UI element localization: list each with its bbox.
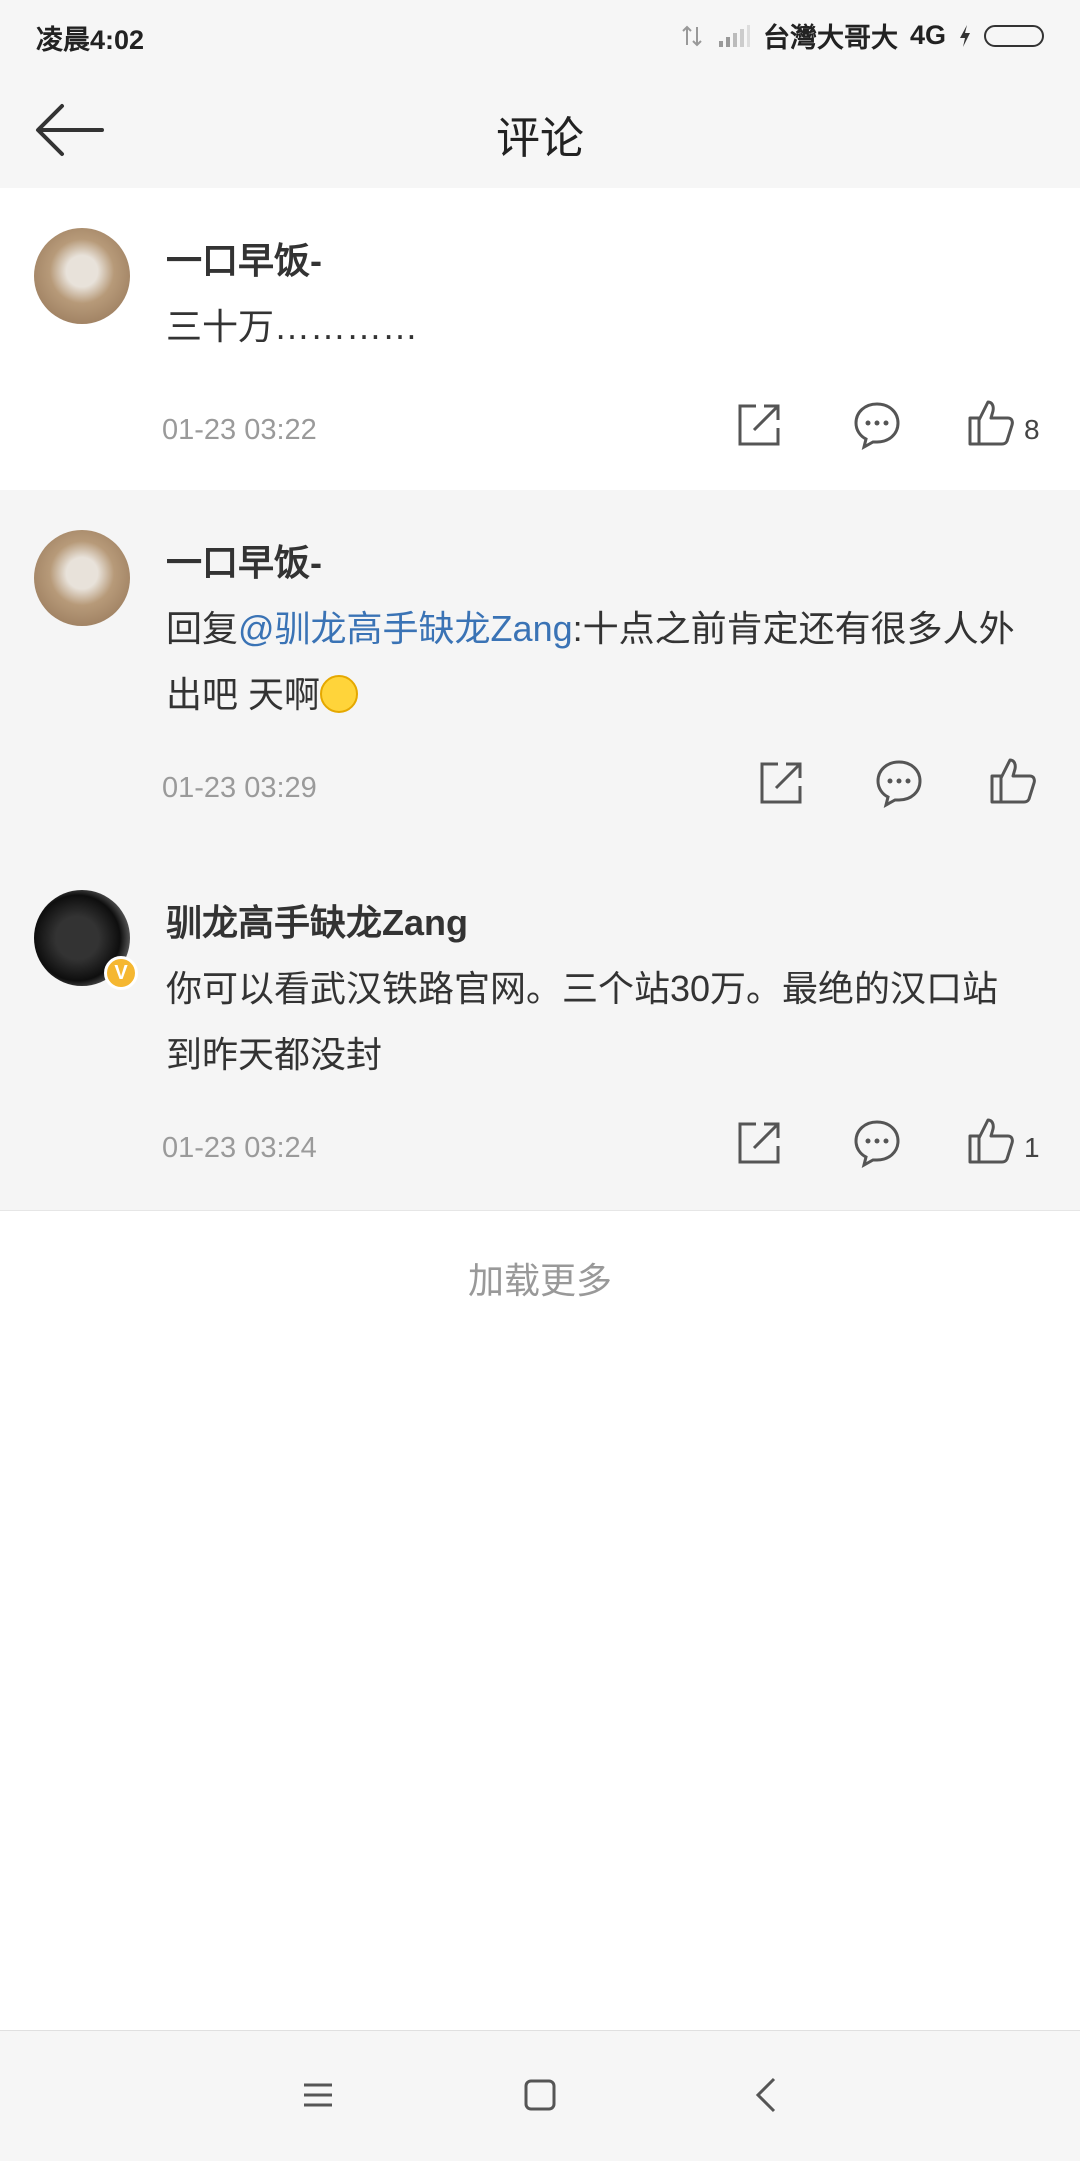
like-icon[interactable] bbox=[988, 756, 1038, 806]
comment-text: 三十万………… bbox=[166, 306, 419, 347]
comment-timestamp: 01-23 03:22 bbox=[162, 414, 317, 446]
comment-item: V 驯龙高手缺龙Zang 你可以看武汉铁路官网。三个站30万。最绝的汉口站到昨天… bbox=[0, 850, 1080, 1211]
reply-prefix: 回复 bbox=[166, 608, 239, 649]
status-time: 凌晨4:02 bbox=[36, 25, 145, 55]
comment-text: 回复@驯龙高手缺龙Zang:十点之前肯定还有很多人外出吧 天啊 bbox=[166, 596, 1026, 728]
comment-timestamp: 01-23 03:24 bbox=[162, 1132, 317, 1164]
like-icon[interactable] bbox=[966, 1116, 1016, 1166]
system-nav-bar bbox=[0, 2030, 1080, 2161]
share-icon[interactable] bbox=[734, 1118, 784, 1168]
laughing-crying-emoji-icon bbox=[320, 675, 359, 713]
comment-item: 一口早饭- 三十万………… 01-23 03:22 8 bbox=[0, 188, 1080, 491]
comment-text: 你可以看武汉铁路官网。三个站30万。最绝的汉口站到昨天都没封 bbox=[166, 968, 999, 1075]
comment-icon[interactable] bbox=[874, 758, 924, 808]
load-more-button[interactable]: 加载更多 bbox=[0, 1252, 1080, 1304]
like-icon[interactable] bbox=[966, 398, 1016, 448]
page-header: 评论 bbox=[0, 66, 1080, 189]
comment-username[interactable]: 一口早饭- bbox=[166, 534, 322, 586]
menu-icon[interactable] bbox=[298, 2075, 338, 2115]
share-icon[interactable] bbox=[756, 758, 806, 808]
like-count: 1 bbox=[1024, 1132, 1040, 1163]
comment-timestamp: 01-23 03:29 bbox=[162, 772, 317, 804]
page-title: 评论 bbox=[496, 114, 584, 163]
carrier-name: 台灣大哥大 bbox=[762, 23, 898, 53]
back-icon[interactable] bbox=[748, 2075, 788, 2115]
share-icon[interactable] bbox=[734, 400, 784, 450]
avatar[interactable] bbox=[34, 530, 130, 626]
comment-icon[interactable] bbox=[852, 400, 902, 450]
mention-link[interactable]: @驯龙高手缺龙Zang bbox=[238, 608, 573, 649]
comment-icon[interactable] bbox=[852, 1118, 902, 1168]
comment-username[interactable]: 一口早饭- bbox=[166, 232, 322, 284]
status-right: 台灣大哥大 4G bbox=[679, 16, 1044, 55]
home-icon[interactable] bbox=[520, 2075, 560, 2115]
comment-item: 一口早饭- 回复@驯龙高手缺龙Zang:十点之前肯定还有很多人外出吧 天啊 01… bbox=[0, 490, 1080, 851]
charging-icon bbox=[960, 24, 970, 47]
verified-badge: V bbox=[104, 956, 138, 990]
status-bar: 凌晨4:02 台灣大哥大 4G bbox=[0, 0, 1080, 66]
network-type: 4G bbox=[909, 20, 946, 50]
comment-username[interactable]: 驯龙高手缺龙Zang bbox=[166, 894, 468, 946]
like-count: 8 bbox=[1024, 414, 1040, 445]
data-arrows-icon bbox=[682, 25, 702, 46]
signal-icon bbox=[718, 24, 750, 47]
avatar[interactable] bbox=[34, 228, 130, 324]
battery-icon bbox=[984, 24, 1044, 47]
